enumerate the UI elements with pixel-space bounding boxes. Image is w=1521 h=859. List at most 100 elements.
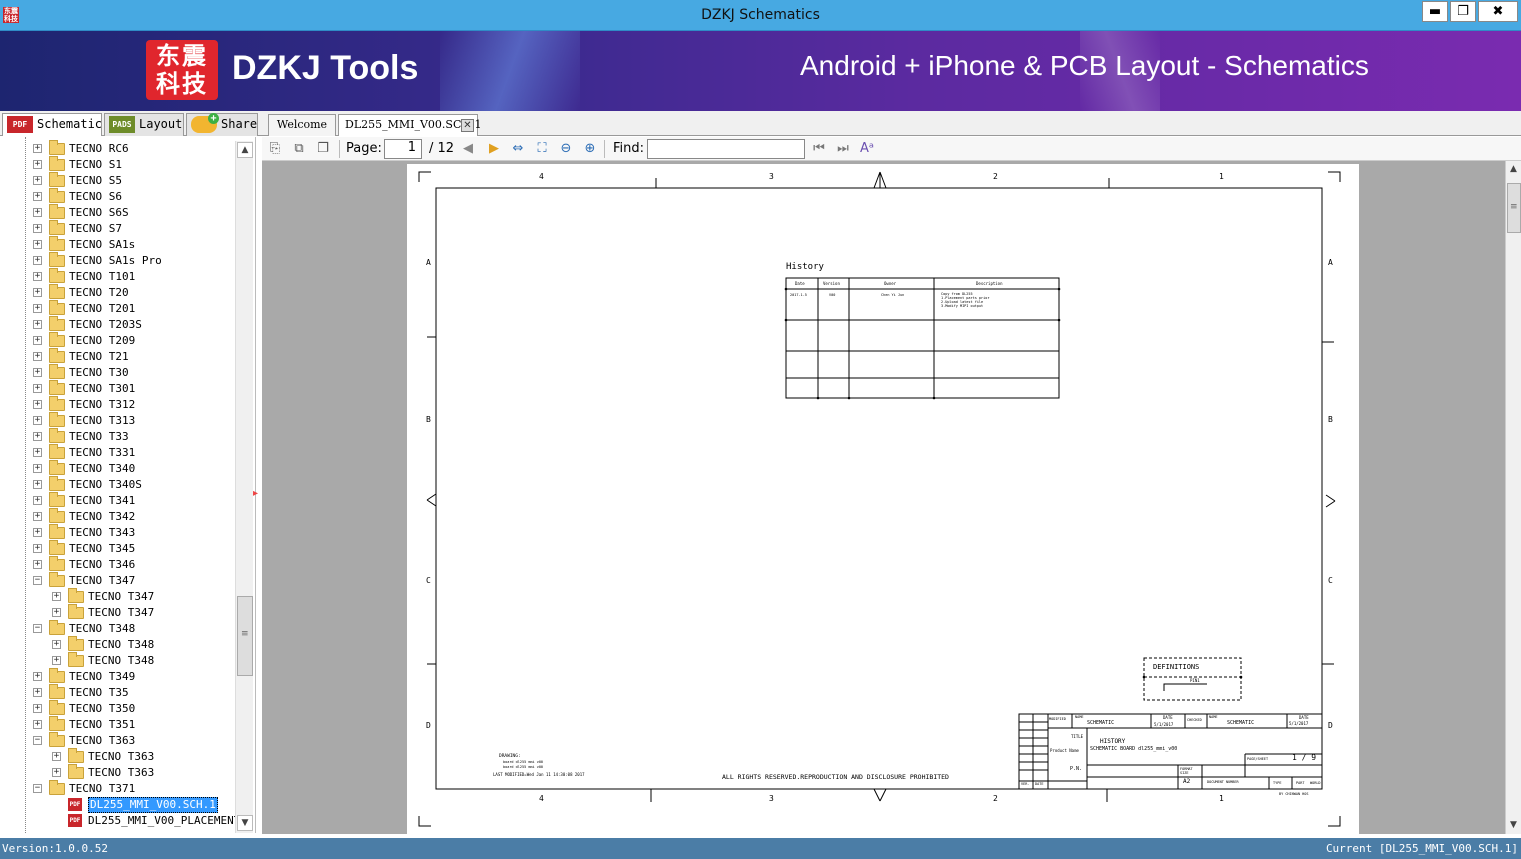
scroll-up-icon[interactable]: ▲: [1506, 162, 1521, 177]
tree-folder-item[interactable]: + TECNO T21: [0, 348, 235, 365]
tab-layout[interactable]: PADS Layout: [104, 113, 184, 136]
tree-folder-item[interactable]: + TECNO T348: [0, 636, 235, 653]
find-input[interactable]: [647, 139, 805, 159]
tree-folder-item[interactable]: + TECNO T33: [0, 428, 235, 445]
zoom-in-icon[interactable]: ⊕: [581, 140, 599, 158]
match-case-icon[interactable]: Aᵃ: [858, 140, 876, 158]
tree-file-item[interactable]: PDF DL255_MMI_V00_PLACEMENT: [0, 813, 240, 829]
expand-icon[interactable]: +: [33, 208, 42, 217]
tree-folder-item[interactable]: + TECNO RC6: [0, 140, 235, 157]
scroll-down-icon[interactable]: ▼: [1506, 818, 1521, 833]
scroll-thumb[interactable]: ≡: [237, 596, 253, 676]
copy-all-icon[interactable]: ❐: [314, 140, 332, 158]
close-button[interactable]: ✖: [1478, 1, 1518, 22]
tree-folder-item[interactable]: + TECNO T347: [0, 604, 235, 621]
tree-folder-item[interactable]: + TECNO S1: [0, 156, 235, 173]
tree-folder-item[interactable]: + TECNO S7: [0, 220, 235, 237]
expand-icon[interactable]: +: [33, 320, 42, 329]
tree-folder-item[interactable]: − TECNO T371: [0, 780, 235, 797]
tree-folder-item[interactable]: + TECNO T209: [0, 332, 235, 349]
tab-dl255-sch[interactable]: DL255_MMI_V00.SCH.1 ✕: [338, 114, 481, 136]
tree-folder-item[interactable]: + TECNO T348: [0, 652, 235, 669]
expand-icon[interactable]: +: [52, 640, 61, 649]
scroll-thumb[interactable]: ≡: [1507, 183, 1521, 233]
expand-icon[interactable]: +: [33, 416, 42, 425]
tree-folder-item[interactable]: − TECNO T347: [0, 572, 235, 589]
document-viewer[interactable]: 4 3 2 1 4 3 2 1 A B C D A B C D History …: [262, 161, 1506, 834]
tree-folder-item[interactable]: − TECNO T363: [0, 732, 235, 749]
tree-folder-item[interactable]: + TECNO T301: [0, 380, 235, 397]
tree-folder-item[interactable]: + TECNO T35: [0, 684, 235, 701]
tree-folder-item[interactable]: + TECNO T331: [0, 444, 235, 461]
tree-folder-item[interactable]: + TECNO SA1s: [0, 236, 235, 253]
tree-folder-item[interactable]: + TECNO T347: [0, 588, 235, 605]
expand-icon[interactable]: +: [33, 224, 42, 233]
copy-selection-icon[interactable]: ⧉: [290, 140, 308, 158]
find-previous-icon[interactable]: ⏮: [810, 140, 828, 158]
expand-icon[interactable]: +: [52, 592, 61, 601]
expand-icon[interactable]: +: [33, 720, 42, 729]
tree-scrollbar[interactable]: ▲ ≡ ▼: [235, 141, 253, 833]
expand-icon[interactable]: +: [33, 336, 42, 345]
expand-icon[interactable]: +: [33, 432, 42, 441]
fit-page-icon[interactable]: ⛶: [533, 140, 551, 158]
tree-folder-item[interactable]: + TECNO S6: [0, 188, 235, 205]
expand-icon[interactable]: +: [52, 752, 61, 761]
tree-folder-item[interactable]: + TECNO T313: [0, 412, 235, 429]
tree-folder-item[interactable]: + TECNO T351: [0, 716, 235, 733]
tree-folder-item[interactable]: + TECNO S6S: [0, 204, 235, 221]
collapse-icon[interactable]: −: [33, 624, 42, 633]
expand-icon[interactable]: +: [33, 496, 42, 505]
expand-icon[interactable]: +: [33, 544, 42, 553]
maximize-button[interactable]: ❐: [1450, 1, 1476, 22]
tree-folder-item[interactable]: + TECNO T203S: [0, 316, 235, 333]
tree-folder-item[interactable]: + TECNO T201: [0, 300, 235, 317]
tree-folder-item[interactable]: + TECNO T363: [0, 764, 235, 781]
expand-icon[interactable]: +: [52, 656, 61, 665]
tab-schematic[interactable]: PDF Schematic: [2, 113, 102, 136]
expand-icon[interactable]: +: [33, 288, 42, 297]
tab-welcome[interactable]: Welcome: [268, 114, 336, 136]
expand-icon[interactable]: +: [52, 608, 61, 617]
tree-file-item[interactable]: PDF DL255_MMI_V00.SCH.1: [0, 797, 235, 813]
tree-folder-item[interactable]: + TECNO T30: [0, 364, 235, 381]
expand-icon[interactable]: +: [33, 272, 42, 281]
tree-folder-item[interactable]: + TECNO T342: [0, 508, 235, 525]
expand-icon[interactable]: +: [33, 672, 42, 681]
expand-icon[interactable]: +: [33, 352, 42, 361]
tree-folder-item[interactable]: + TECNO T343: [0, 524, 235, 541]
viewer-scrollbar[interactable]: ▲ ≡ ▼: [1505, 161, 1521, 834]
expand-icon[interactable]: +: [33, 528, 42, 537]
minimize-button[interactable]: ▬: [1422, 1, 1448, 22]
tree-folder-item[interactable]: + TECNO T341: [0, 492, 235, 509]
expand-icon[interactable]: +: [52, 768, 61, 777]
tree-folder-item[interactable]: + TECNO T346: [0, 556, 235, 573]
collapse-icon[interactable]: −: [33, 736, 42, 745]
expand-icon[interactable]: +: [33, 448, 42, 457]
copy-page-icon[interactable]: ⎘: [266, 140, 284, 158]
tree-folder-item[interactable]: + TECNO T363: [0, 748, 235, 765]
tree-folder-item[interactable]: + TECNO T20: [0, 284, 235, 301]
expand-icon[interactable]: +: [33, 256, 42, 265]
expand-icon[interactable]: +: [33, 160, 42, 169]
close-tab-icon[interactable]: ✕: [461, 119, 474, 132]
expand-icon[interactable]: +: [33, 304, 42, 313]
expand-icon[interactable]: +: [33, 240, 42, 249]
next-page-icon[interactable]: ▶: [485, 140, 503, 158]
find-next-icon[interactable]: ⏭: [834, 140, 852, 158]
tree-folder-item[interactable]: + TECNO T350: [0, 700, 235, 717]
fit-width-icon[interactable]: ⇔: [509, 140, 527, 158]
tree-folder-item[interactable]: + TECNO T340S: [0, 476, 235, 493]
tree-folder-item[interactable]: + TECNO T349: [0, 668, 235, 685]
tree-folder-item[interactable]: + TECNO T101: [0, 268, 235, 285]
collapse-icon[interactable]: −: [33, 576, 42, 585]
expand-icon[interactable]: +: [33, 704, 42, 713]
tree-folder-item[interactable]: + TECNO T345: [0, 540, 235, 557]
tree-folder-item[interactable]: + TECNO T340: [0, 460, 235, 477]
expand-icon[interactable]: +: [33, 400, 42, 409]
expand-icon[interactable]: +: [33, 464, 42, 473]
collapse-icon[interactable]: −: [33, 784, 42, 793]
panel-splitter-icon[interactable]: ▸: [253, 488, 260, 500]
zoom-out-icon[interactable]: ⊖: [557, 140, 575, 158]
tab-share[interactable]: + Share: [186, 113, 258, 136]
